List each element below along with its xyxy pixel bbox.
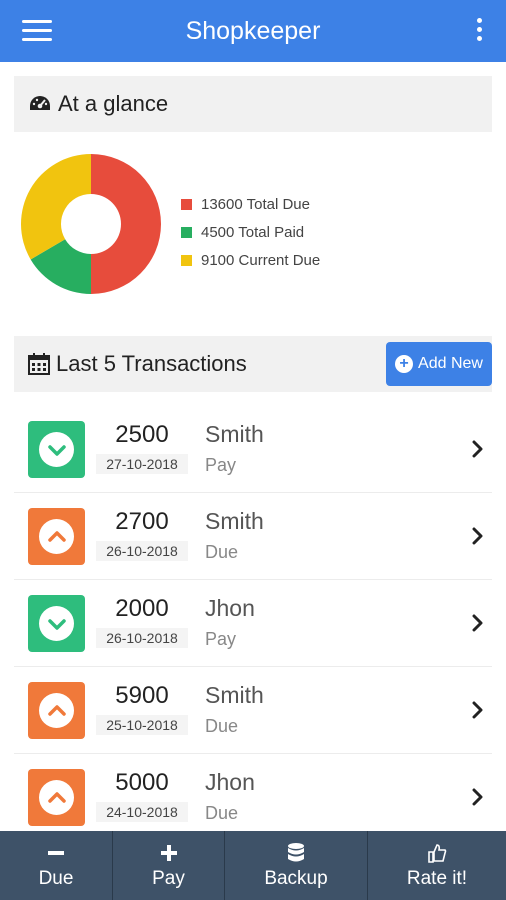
arrow-down-circle-icon: [28, 595, 85, 652]
glance-title: At a glance: [58, 91, 169, 116]
transaction-date: 26-10-2018: [96, 541, 188, 561]
donut-slice-current-due: [21, 154, 92, 260]
thumbs-up-icon: [427, 842, 447, 864]
transaction-name: Smith: [205, 508, 264, 534]
transaction-name: Jhon: [205, 769, 255, 795]
app-title: Shopkeeper: [185, 16, 321, 45]
arrow-down-circle-icon: [28, 421, 85, 478]
arrow-up-circle-icon: [28, 769, 85, 826]
transaction-amount: 2500: [115, 421, 169, 448]
transaction-row[interactable]: 2500 27-10-2018 Smith Pay: [14, 406, 492, 493]
transaction-row[interactable]: 2000 26-10-2018 Jhon Pay: [14, 580, 492, 667]
transaction-row[interactable]: 5000 24-10-2018 Jhon Due: [14, 754, 492, 841]
more-vertical-icon[interactable]: [474, 18, 484, 46]
transaction-type: Due: [205, 542, 239, 562]
transaction-date: 26-10-2018: [96, 628, 188, 648]
nav-label: Backup: [264, 867, 328, 889]
plus-circle-icon: +: [395, 355, 414, 373]
nav-pay-button[interactable]: Pay: [113, 831, 225, 900]
glance-header: At a glance: [14, 76, 492, 132]
legend-label: 13600 Total Due: [201, 195, 310, 213]
transaction-amount: 2000: [115, 595, 169, 622]
dashboard-icon: [30, 96, 50, 110]
arrow-up-circle-icon: [28, 508, 85, 565]
transaction-name: Smith: [205, 421, 264, 447]
transaction-date: 27-10-2018: [96, 454, 188, 474]
donut-slice-total-due: [91, 154, 161, 294]
legend-swatch: [181, 226, 192, 238]
transaction-amount: 2700: [115, 508, 169, 535]
transaction-date: 25-10-2018: [96, 715, 188, 735]
app-bar: Shopkeeper: [0, 0, 506, 62]
nav-due-button[interactable]: Due: [0, 831, 113, 900]
bottom-nav: Due Pay Backup Rate it!: [0, 831, 506, 900]
chevron-right-icon: [472, 701, 483, 719]
legend-item: 13600 Total Due: [181, 190, 320, 218]
legend-label: 9100 Current Due: [201, 251, 321, 269]
chevron-right-icon: [472, 527, 483, 545]
transaction-row[interactable]: 5900 25-10-2018 Smith Due: [14, 667, 492, 754]
legend-item: 4500 Total Paid: [181, 218, 320, 246]
transaction-type: Due: [205, 716, 239, 736]
nav-label: Due: [38, 867, 74, 889]
legend-item: 9100 Current Due: [181, 246, 320, 274]
transaction-type: Pay: [205, 629, 237, 649]
transaction-date: 24-10-2018: [96, 802, 188, 822]
legend-swatch: [181, 198, 192, 210]
transaction-list: 2500 27-10-2018 Smith Pay 2700 26-10-2018 Smit…: [14, 406, 492, 841]
nav-backup-button[interactable]: Backup: [225, 831, 368, 900]
transaction-row[interactable]: 2700 26-10-2018 Smith Due: [14, 493, 492, 580]
transaction-amount: 5000: [115, 769, 169, 796]
legend-label: 4500 Total Paid: [201, 223, 305, 241]
nav-label: Rate it!: [406, 867, 468, 889]
chevron-right-icon: [472, 440, 483, 458]
add-new-button[interactable]: + Add New: [386, 342, 492, 386]
nav-rate-button[interactable]: Rate it!: [368, 831, 506, 900]
transaction-amount: 5900: [115, 682, 169, 709]
transactions-title: Last 5 Transactions: [56, 351, 247, 376]
plus-icon: [160, 842, 177, 864]
arrow-up-circle-icon: [28, 682, 85, 739]
database-icon: [288, 842, 304, 864]
minus-icon: [48, 842, 64, 864]
calendar-icon: [28, 353, 50, 375]
transaction-name: Jhon: [205, 595, 255, 621]
legend-swatch: [181, 254, 192, 266]
transaction-type: Due: [205, 803, 239, 823]
nav-label: Pay: [152, 867, 185, 889]
chevron-right-icon: [472, 614, 483, 632]
transaction-type: Pay: [205, 455, 237, 475]
chevron-right-icon: [472, 788, 483, 806]
add-new-label: Add New: [418, 355, 483, 372]
hamburger-menu-icon[interactable]: [22, 20, 52, 42]
chart-legend: 13600 Total Due 4500 Total Paid 9100 Curre…: [181, 190, 320, 274]
transaction-name: Smith: [205, 682, 264, 708]
